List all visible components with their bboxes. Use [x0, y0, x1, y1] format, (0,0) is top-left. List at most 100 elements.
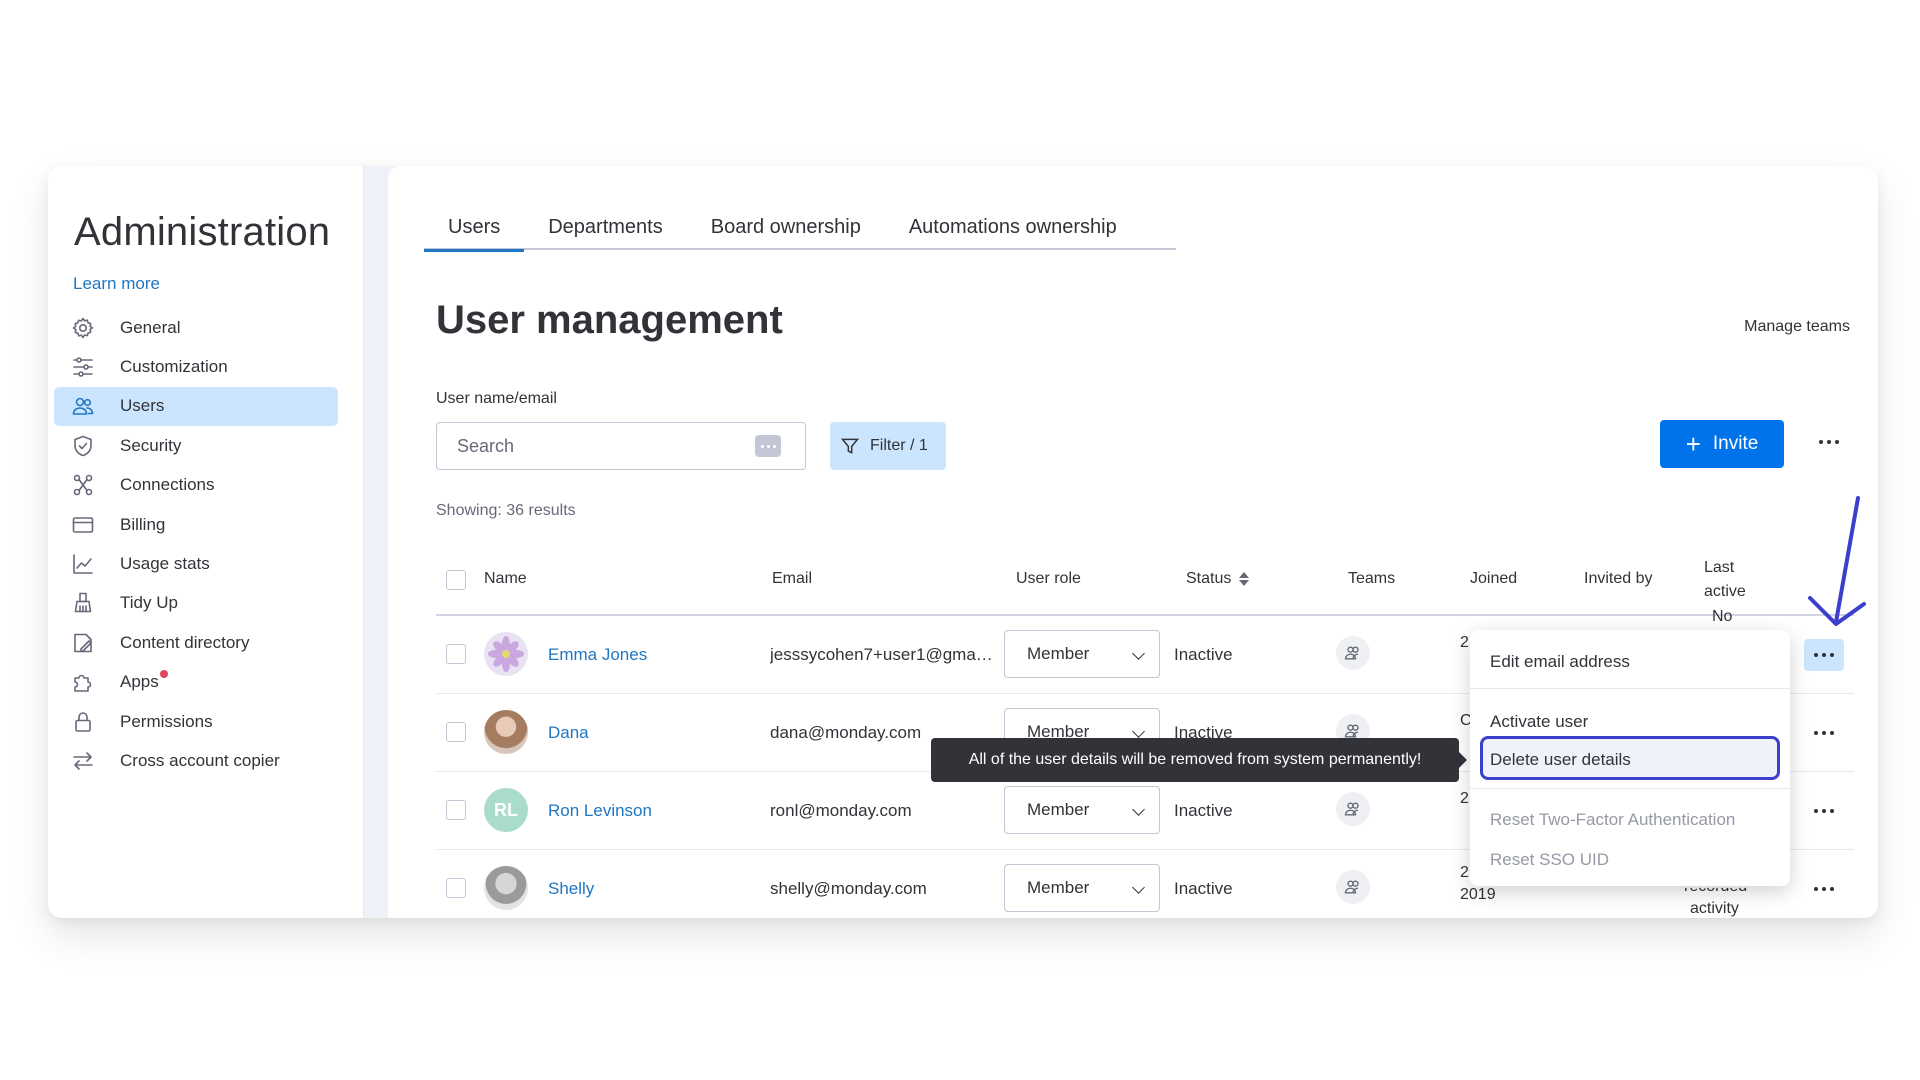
user-name-link[interactable]: Dana [548, 723, 589, 743]
user-email: shelly@monday.com [770, 879, 927, 898]
gear-icon [70, 315, 96, 341]
sidebar-item-general[interactable]: General [54, 308, 338, 347]
user-name-link[interactable]: Ron Levinson [548, 801, 652, 821]
sidebar-item-connections[interactable]: Connections [54, 466, 338, 505]
sidebar-item-billing[interactable]: Billing [54, 505, 338, 544]
puzzle-icon [70, 669, 96, 695]
row-checkbox[interactable] [446, 878, 466, 898]
menu-item-activate-user[interactable]: Activate user [1490, 712, 1588, 732]
header-user-role[interactable]: User role [1016, 570, 1081, 588]
tab-departments[interactable]: Departments [524, 216, 687, 250]
user-role-select[interactable]: Member [1004, 630, 1160, 678]
search-input[interactable] [457, 435, 737, 457]
table-header: Name Email User role Status Teams Joined… [436, 544, 1854, 616]
tab-automations-ownership[interactable]: Automations ownership [885, 216, 1141, 250]
tab-board-ownership[interactable]: Board ownership [687, 216, 885, 250]
row-more-button[interactable] [1804, 795, 1844, 827]
header-status[interactable]: Status [1186, 570, 1250, 588]
invite-button[interactable]: + Invite [1660, 420, 1784, 468]
header-joined[interactable]: Joined [1470, 570, 1517, 588]
menu-item-delete-user-details[interactable]: Delete user details [1490, 750, 1631, 770]
search-box [436, 422, 806, 470]
sidebar-item-label: Customization [120, 357, 228, 377]
teams-icon[interactable] [1336, 792, 1370, 826]
tab-users[interactable]: Users [424, 216, 525, 252]
row-more-button[interactable] [1804, 639, 1844, 671]
filter-icon [840, 438, 860, 454]
sidebar-item-usage-stats[interactable]: Usage stats [54, 544, 338, 583]
menu-divider [1470, 788, 1790, 789]
joined-year: 2019 [1460, 886, 1496, 903]
select-all-checkbox[interactable] [446, 570, 466, 590]
user-name-link[interactable]: Emma Jones [548, 645, 647, 665]
row-checkbox[interactable] [446, 800, 466, 820]
header-invited-by[interactable]: Invited by [1584, 570, 1652, 588]
invite-label: Invite [1712, 433, 1759, 454]
credit-card-icon [70, 512, 96, 538]
sidebar-item-permissions[interactable]: Permissions [54, 702, 338, 741]
sort-icon[interactable] [1239, 571, 1250, 586]
broom-icon [70, 590, 96, 616]
sidebar-item-customization[interactable]: Customization [54, 347, 338, 386]
tab-bar: Users Departments Board ownership Automa… [424, 216, 1176, 252]
row-more-button[interactable] [1804, 717, 1844, 749]
sidebar-item-label: Users [120, 396, 165, 416]
more-options-icon[interactable] [755, 435, 781, 457]
joined-date-fragment: C [1460, 712, 1470, 729]
header-teams[interactable]: Teams [1348, 570, 1395, 588]
more-actions-button[interactable] [1814, 430, 1844, 454]
menu-item-reset-2fa: Reset Two-Factor Authentication [1490, 810, 1736, 829]
teams-icon[interactable] [1336, 870, 1370, 904]
sidebar-item-label: Tidy Up [120, 593, 178, 613]
header-last-active[interactable]: Last active [1704, 556, 1746, 604]
sidebar-item-cross-account-copier[interactable]: Cross account copier [54, 741, 338, 780]
header-name[interactable]: Name [484, 570, 527, 588]
sidebar-item-apps[interactable]: Apps [54, 663, 338, 702]
sidebar-item-label: Apps [120, 670, 168, 692]
learn-more-link[interactable]: Learn more [73, 274, 160, 294]
user-email: jesssycohen7+user1@gmail... [770, 645, 996, 664]
joined-date-fragment: 2 [1460, 864, 1469, 881]
sliders-icon [70, 354, 96, 380]
plus-icon: + [1685, 429, 1701, 459]
avatar [484, 632, 528, 676]
filter-button[interactable]: Filter / 1 [830, 422, 946, 470]
sidebar-item-tidy-up[interactable]: Tidy Up [54, 584, 338, 623]
avatar [484, 866, 528, 910]
sidebar-item-users[interactable]: Users [54, 386, 338, 427]
user-status: Inactive [1174, 801, 1233, 820]
sidebar: Administration Learn more General Custom… [48, 166, 364, 918]
row-checkbox[interactable] [446, 722, 466, 742]
row-more-button[interactable] [1804, 873, 1844, 905]
header-email[interactable]: Email [772, 570, 812, 588]
row-checkbox[interactable] [446, 644, 466, 664]
teams-icon[interactable] [1336, 636, 1370, 670]
last-active-fragment: No [1712, 608, 1733, 625]
user-role-select[interactable]: Member [1004, 786, 1160, 834]
avatar [484, 710, 528, 754]
results-count: Showing: 36 results [436, 502, 576, 519]
row-actions-menu: Edit email address Activate user Delete … [1470, 630, 1790, 886]
chevron-down-icon [1132, 725, 1145, 738]
sidebar-item-content-directory[interactable]: Content directory [54, 623, 338, 662]
annotation-arrow-icon [1808, 496, 1866, 626]
sidebar-item-label: Usage stats [120, 554, 210, 574]
sidebar-item-security[interactable]: Security [54, 426, 338, 465]
avatar: RL [484, 788, 528, 832]
manage-teams-link[interactable]: Manage teams [1744, 318, 1850, 336]
user-name-link[interactable]: Shelly [548, 879, 594, 899]
search-field-label: User name/email [436, 390, 557, 407]
delete-tooltip: All of the user details will be removed … [931, 738, 1467, 782]
user-status: Inactive [1174, 879, 1233, 898]
sidebar-nav: General Customization Users Security Con… [54, 308, 338, 781]
user-email: ronl@monday.com [770, 801, 912, 820]
notification-dot [159, 670, 168, 679]
lock-icon [70, 709, 96, 735]
sidebar-item-label: Security [120, 435, 182, 455]
sidebar-item-label: Connections [120, 475, 215, 495]
sidebar-item-label: Content directory [120, 632, 250, 652]
user-role-select[interactable]: Member [1004, 864, 1160, 912]
connections-icon [70, 472, 96, 498]
sidebar-item-label: General [120, 317, 181, 337]
menu-item-edit-email[interactable]: Edit email address [1490, 652, 1630, 672]
